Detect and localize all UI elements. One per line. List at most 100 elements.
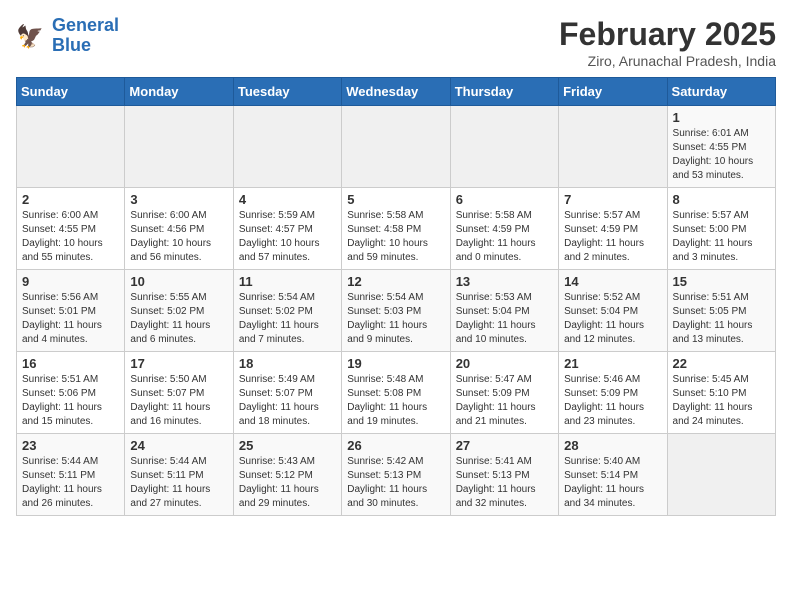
weekday-header: Saturday [667, 78, 775, 106]
day-number: 16 [22, 356, 119, 371]
day-number: 5 [347, 192, 444, 207]
weekday-header: Friday [559, 78, 667, 106]
calendar-week-row: 23 Sunrise: 5:44 AM Sunset: 5:11 PM Dayli… [17, 434, 776, 516]
day-info: Sunrise: 5:44 AM Sunset: 5:11 PM Dayligh… [130, 455, 227, 511]
calendar-cell: 15 Sunrise: 5:51 AM Sunset: 5:05 PM Dayli… [667, 270, 775, 352]
calendar-cell: 2 Sunrise: 6:00 AM Sunset: 4:55 PM Daylig… [17, 188, 125, 270]
calendar-week-row: 16 Sunrise: 5:51 AM Sunset: 5:06 PM Dayli… [17, 352, 776, 434]
calendar-cell: 25Sunrise: 5:43 AM Sunset: 5:12 PM Dayli… [233, 434, 341, 516]
day-number: 28 [564, 438, 661, 453]
day-number: 20 [456, 356, 553, 371]
calendar-cell: 4 Sunrise: 5:59 AM Sunset: 4:57 PM Daylig… [233, 188, 341, 270]
calendar-cell [17, 106, 125, 188]
calendar-cell: 8 Sunrise: 5:57 AM Sunset: 5:00 PM Daylig… [667, 188, 775, 270]
day-info: Sunrise: 5:51 AM Sunset: 5:06 PM Dayligh… [22, 373, 119, 429]
calendar-cell [233, 106, 341, 188]
calendar-cell: 7 Sunrise: 5:57 AM Sunset: 4:59 PM Daylig… [559, 188, 667, 270]
day-info: Sunrise: 5:58 AM Sunset: 4:58 PM Dayligh… [347, 209, 444, 265]
calendar-cell: 20 Sunrise: 5:47 AM Sunset: 5:09 PM Dayli… [450, 352, 558, 434]
day-info: Sunrise: 6:00 AM Sunset: 4:55 PM Dayligh… [22, 209, 119, 265]
weekday-header: Sunday [17, 78, 125, 106]
day-info: Sunrise: 6:01 AM Sunset: 4:55 PM Dayligh… [673, 127, 770, 183]
calendar-cell [342, 106, 450, 188]
day-info: Sunrise: 5:50 AM Sunset: 5:07 PM Dayligh… [130, 373, 227, 429]
day-info: Sunrise: 5:48 AM Sunset: 5:08 PM Dayligh… [347, 373, 444, 429]
title-block: February 2025 Ziro, Arunachal Pradesh, I… [559, 16, 776, 69]
day-number: 27 [456, 438, 553, 453]
day-info: Sunrise: 5:51 AM Sunset: 5:05 PM Dayligh… [673, 291, 770, 347]
calendar-cell: 24 Sunrise: 5:44 AM Sunset: 5:11 PM Dayli… [125, 434, 233, 516]
day-number: 17 [130, 356, 227, 371]
calendar-cell: 10Sunrise: 5:55 AM Sunset: 5:02 PM Dayli… [125, 270, 233, 352]
calendar-cell: 22 Sunrise: 5:45 AM Sunset: 5:10 PM Dayli… [667, 352, 775, 434]
calendar-cell: 11 Sunrise: 5:54 AM Sunset: 5:02 PM Dayli… [233, 270, 341, 352]
day-number: 3 [130, 192, 227, 207]
weekday-header: Tuesday [233, 78, 341, 106]
calendar-cell: 5 Sunrise: 5:58 AM Sunset: 4:58 PM Daylig… [342, 188, 450, 270]
day-number: 9 [22, 274, 119, 289]
weekday-header: Thursday [450, 78, 558, 106]
page-header: 🦅 General Blue February 2025 Ziro, Aruna… [16, 16, 776, 69]
day-info: Sunrise: 5:45 AM Sunset: 5:10 PM Dayligh… [673, 373, 770, 429]
day-number: 8 [673, 192, 770, 207]
calendar-cell: 19 Sunrise: 5:48 AM Sunset: 5:08 PM Dayli… [342, 352, 450, 434]
location: Ziro, Arunachal Pradesh, India [559, 53, 776, 69]
day-number: 1 [673, 110, 770, 125]
day-number: 11 [239, 274, 336, 289]
calendar-cell: 1 Sunrise: 6:01 AM Sunset: 4:55 PM Daylig… [667, 106, 775, 188]
day-number: 4 [239, 192, 336, 207]
day-number: 2 [22, 192, 119, 207]
day-info: Sunrise: 5:59 AM Sunset: 4:57 PM Dayligh… [239, 209, 336, 265]
day-number: 6 [456, 192, 553, 207]
day-number: 22 [673, 356, 770, 371]
day-number: 14 [564, 274, 661, 289]
day-info: Sunrise: 5:57 AM Sunset: 4:59 PM Dayligh… [564, 209, 661, 265]
day-info: Sunrise: 5:47 AM Sunset: 5:09 PM Dayligh… [456, 373, 553, 429]
calendar-cell: 17 Sunrise: 5:50 AM Sunset: 5:07 PM Dayli… [125, 352, 233, 434]
calendar-cell: 23 Sunrise: 5:44 AM Sunset: 5:11 PM Dayli… [17, 434, 125, 516]
day-number: 15 [673, 274, 770, 289]
calendar-cell: 13 Sunrise: 5:53 AM Sunset: 5:04 PM Dayli… [450, 270, 558, 352]
day-number: 23 [22, 438, 119, 453]
day-info: Sunrise: 5:54 AM Sunset: 5:02 PM Dayligh… [239, 291, 336, 347]
day-number: 10 [130, 274, 227, 289]
calendar-cell: 9Sunrise: 5:56 AM Sunset: 5:01 PM Daylig… [17, 270, 125, 352]
day-info: Sunrise: 5:54 AM Sunset: 5:03 PM Dayligh… [347, 291, 444, 347]
day-info: Sunrise: 5:53 AM Sunset: 5:04 PM Dayligh… [456, 291, 553, 347]
day-info: Sunrise: 5:44 AM Sunset: 5:11 PM Dayligh… [22, 455, 119, 511]
day-number: 12 [347, 274, 444, 289]
day-number: 18 [239, 356, 336, 371]
day-info: Sunrise: 5:40 AM Sunset: 5:14 PM Dayligh… [564, 455, 661, 511]
weekday-header: Monday [125, 78, 233, 106]
day-number: 13 [456, 274, 553, 289]
calendar-table: SundayMondayTuesdayWednesdayThursdayFrid… [16, 77, 776, 516]
calendar-week-row: 2 Sunrise: 6:00 AM Sunset: 4:55 PM Daylig… [17, 188, 776, 270]
calendar-cell [559, 106, 667, 188]
day-info: Sunrise: 5:52 AM Sunset: 5:04 PM Dayligh… [564, 291, 661, 347]
calendar-cell: 18 Sunrise: 5:49 AM Sunset: 5:07 PM Dayli… [233, 352, 341, 434]
calendar-cell [125, 106, 233, 188]
day-number: 24 [130, 438, 227, 453]
calendar-cell: 3 Sunrise: 6:00 AM Sunset: 4:56 PM Daylig… [125, 188, 233, 270]
calendar-cell: 6 Sunrise: 5:58 AM Sunset: 4:59 PM Daylig… [450, 188, 558, 270]
day-number: 7 [564, 192, 661, 207]
day-info: Sunrise: 6:00 AM Sunset: 4:56 PM Dayligh… [130, 209, 227, 265]
day-info: Sunrise: 5:57 AM Sunset: 5:00 PM Dayligh… [673, 209, 770, 265]
calendar-cell [667, 434, 775, 516]
day-info: Sunrise: 5:58 AM Sunset: 4:59 PM Dayligh… [456, 209, 553, 265]
calendar-cell: 14 Sunrise: 5:52 AM Sunset: 5:04 PM Dayli… [559, 270, 667, 352]
calendar-cell: 21 Sunrise: 5:46 AM Sunset: 5:09 PM Dayli… [559, 352, 667, 434]
month-title: February 2025 [559, 16, 776, 53]
calendar-cell: 12 Sunrise: 5:54 AM Sunset: 5:03 PM Dayli… [342, 270, 450, 352]
day-number: 25 [239, 438, 336, 453]
day-info: Sunrise: 5:49 AM Sunset: 5:07 PM Dayligh… [239, 373, 336, 429]
day-info: Sunrise: 5:46 AM Sunset: 5:09 PM Dayligh… [564, 373, 661, 429]
day-info: Sunrise: 5:41 AM Sunset: 5:13 PM Dayligh… [456, 455, 553, 511]
calendar-cell: 16 Sunrise: 5:51 AM Sunset: 5:06 PM Dayli… [17, 352, 125, 434]
calendar-cell [450, 106, 558, 188]
day-number: 19 [347, 356, 444, 371]
logo-text: General Blue [52, 16, 119, 56]
weekday-header: Wednesday [342, 78, 450, 106]
svg-text:🦅: 🦅 [16, 23, 44, 49]
day-number: 21 [564, 356, 661, 371]
